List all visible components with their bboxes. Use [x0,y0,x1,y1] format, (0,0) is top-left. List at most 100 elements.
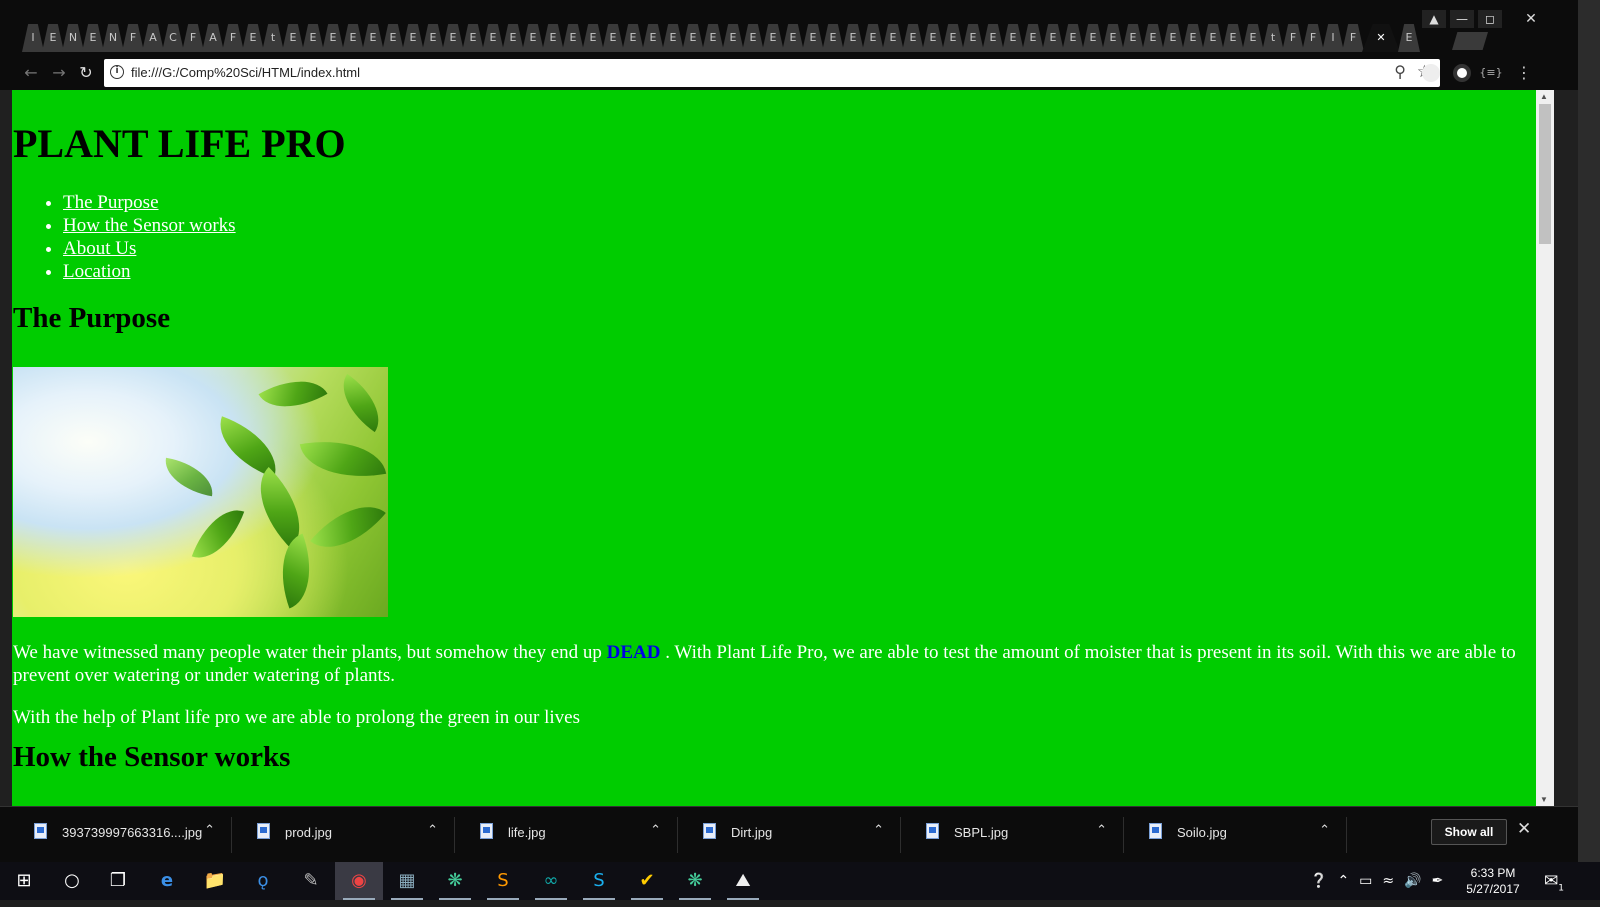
atom-icon-2[interactable]: ❋ [671,862,719,900]
reload-button[interactable]: ↻ [73,61,99,85]
browser-tab[interactable]: E [582,24,604,52]
browser-tab[interactable]: E [622,24,644,52]
download-item[interactable]: SBPL.jpg ⌃ [904,817,1124,853]
close-icon[interactable]: ✕ [1376,31,1385,44]
edge-browser-icon[interactable]: e [143,862,191,900]
chrome-icon[interactable]: ◉ [335,862,383,900]
nav-link-sensor[interactable]: How the Sensor works [63,215,236,236]
browser-tab[interactable]: E [442,24,464,52]
info-icon[interactable]: i [110,65,124,79]
browser-tab[interactable]: E [1122,24,1144,52]
extension-circle-icon[interactable] [1422,64,1440,82]
menu-kebab-icon[interactable]: ⋮ [1511,61,1537,85]
wifi-icon[interactable]: ≈ [1382,873,1394,889]
search-cortana-icon[interactable]: ○ [48,862,96,900]
chevron-up-icon[interactable]: ⌃ [204,823,215,838]
browser-tab[interactable]: E [762,24,784,52]
browser-tab[interactable]: E [402,24,424,52]
browser-tab[interactable]: E [822,24,844,52]
maximize-button[interactable]: ◻ [1478,10,1502,28]
task-view-icon[interactable]: ❐ [94,862,142,900]
browser-tab[interactable]: I [1322,24,1344,52]
chevron-up-icon[interactable]: ⌃ [650,823,661,838]
app-window-icon[interactable]: ▦ [383,862,431,900]
browser-tab[interactable]: E [42,24,64,52]
browser-tab[interactable]: E [482,24,504,52]
browser-tab[interactable]: F [1282,24,1304,52]
forward-button[interactable]: → [46,61,72,85]
browser-tab[interactable]: E [422,24,444,52]
url-text[interactable]: file:///G:/Comp%20Sci/HTML/index.html [131,65,360,80]
browser-tab[interactable]: t [262,24,284,52]
browser-tab[interactable]: E [1242,24,1264,52]
browser-tab[interactable]: A [142,24,164,52]
help-icon[interactable]: ❔ [1310,873,1327,889]
browser-tab[interactable]: F [182,24,204,52]
browser-tab[interactable]: E [302,24,324,52]
browser-tab[interactable]: E [1022,24,1044,52]
browser-tab[interactable]: F [1342,24,1364,52]
browser-tab[interactable]: E [702,24,724,52]
browser-tab[interactable]: E [962,24,984,52]
download-item[interactable]: life.jpg ⌃ [458,817,678,853]
chevron-up-icon[interactable]: ⌃ [1319,823,1330,838]
nav-link-location[interactable]: Location [63,261,131,282]
browser-tab[interactable]: E [462,24,484,52]
paint-icon[interactable]: ✎ [287,862,335,900]
volume-icon[interactable]: 🔊 [1404,873,1421,889]
browser-tab[interactable]: E [1082,24,1104,52]
chevron-up-icon[interactable]: ⌃ [1096,823,1107,838]
download-item[interactable]: Soilo.jpg ⌃ [1127,817,1347,853]
browser-tab[interactable]: E [342,24,364,52]
browser-tab[interactable]: E [522,24,544,52]
active-tab-close-icon[interactable]: ✕ [1362,24,1400,52]
minimize-button[interactable]: — [1450,10,1474,28]
atom-icon[interactable]: ❋ [431,862,479,900]
browser-tab[interactable]: A [202,24,224,52]
browser-tab[interactable]: F [122,24,144,52]
pen-icon[interactable]: ✒ [1432,873,1444,889]
browser-tab[interactable]: E [242,24,264,52]
battery-icon[interactable]: ▭ [1359,873,1372,889]
action-center-icon[interactable]: ✉1 [1534,862,1574,900]
browser-tab[interactable]: E [1182,24,1204,52]
browser-tab[interactable]: E [982,24,1004,52]
browser-tab[interactable]: N [62,24,84,52]
browser-tab[interactable]: E [662,24,684,52]
new-tab-button[interactable] [1452,32,1488,50]
start-windows-icon[interactable]: ⊞ [0,862,48,900]
close-download-shelf-icon[interactable]: ✕ [1517,819,1531,839]
profile-icon[interactable]: ▲ [1422,10,1446,28]
clock[interactable]: 6:33 PM 5/27/2017 [1458,865,1528,897]
window-close-button[interactable]: ✕ [1506,10,1556,28]
browser-tab[interactable]: F [1302,24,1324,52]
browser-tab[interactable]: E [542,24,564,52]
address-bar[interactable]: i file:///G:/Comp%20Sci/HTML/index.html … [104,59,1440,87]
extension-shield-icon[interactable] [1453,64,1471,82]
scroll-down-arrow-icon[interactable]: ▼ [1540,795,1548,804]
browser-tab[interactable]: E [1202,24,1224,52]
arduino-icon[interactable]: ∞ [527,862,575,900]
browser-tab[interactable]: E [942,24,964,52]
browser-tab[interactable]: E [502,24,524,52]
back-button[interactable]: ← [18,61,44,85]
zoom-icon[interactable]: ⚲ [1394,62,1406,81]
browser-tab[interactable]: E [682,24,704,52]
sublime-text-icon[interactable]: S [479,862,527,900]
browser-tab[interactable]: E [1162,24,1184,52]
browser-tab[interactable]: I [22,24,44,52]
browser-tab[interactable]: E [882,24,904,52]
chevron-up-icon[interactable]: ⌃ [427,823,438,838]
browser-tab[interactable]: E [562,24,584,52]
browser-tab[interactable]: E [602,24,624,52]
browser-tab[interactable]: E [1222,24,1244,52]
browser-tab[interactable]: E [322,24,344,52]
nav-link-about[interactable]: About Us [63,238,136,259]
browser-tab[interactable]: E [802,24,824,52]
browser-tab[interactable]: E [1398,24,1420,52]
download-item[interactable]: prod.jpg ⌃ [235,817,455,853]
browser-tab[interactable]: N [102,24,124,52]
show-hidden-icons-chevron-icon[interactable]: ⌃ [1337,873,1349,889]
browser-tab[interactable]: E [842,24,864,52]
scroll-up-arrow-icon[interactable]: ▲ [1540,92,1548,101]
